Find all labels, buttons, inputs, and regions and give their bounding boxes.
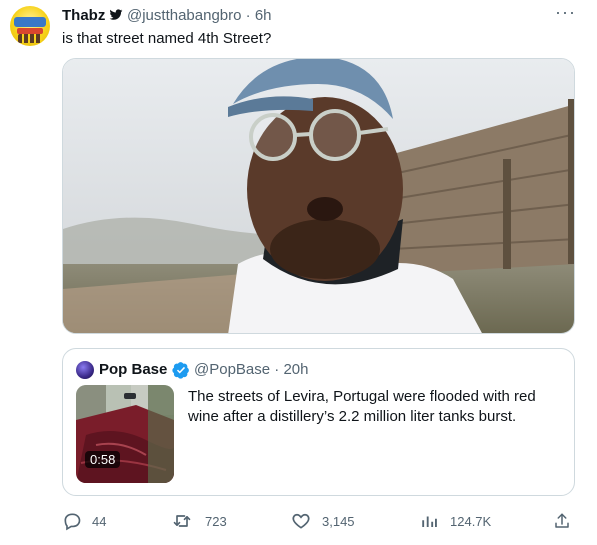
quoted-author-handle[interactable]: @PopBase <box>194 361 270 378</box>
video-duration-badge: 0:58 <box>85 451 121 468</box>
quoted-tweet-text: The streets of Levira, Portugal were flo… <box>188 388 536 425</box>
quoted-author-avatar[interactable] <box>76 361 94 379</box>
like-count: 3,145 <box>322 514 355 529</box>
author-handle[interactable]: @justthabangbro <box>127 7 241 24</box>
quoted-timestamp[interactable]: · 20h <box>274 361 308 378</box>
tweet-timestamp[interactable]: · 6h <box>246 7 272 24</box>
heart-icon <box>292 513 310 529</box>
quoted-tweet-card[interactable]: Pop Base @PopBase · 20h 0:58 The streets… <box>62 348 575 496</box>
views-chart-icon <box>422 516 437 527</box>
verified-check-icon <box>172 362 189 379</box>
more-options-button[interactable]: ··· <box>555 2 576 23</box>
video-frame <box>63 59 574 333</box>
reply-icon <box>64 513 81 531</box>
bird-icon <box>109 9 123 20</box>
share-icon <box>555 513 569 528</box>
retweet-count: 723 <box>205 514 227 529</box>
quoted-handle-and-time[interactable]: @PopBase · 20h <box>194 361 308 378</box>
tweet-text: is that street named 4th Street? <box>62 30 272 47</box>
tweet-media-video[interactable] <box>62 58 575 334</box>
quoted-author-name[interactable]: Pop Base <box>99 361 167 378</box>
wine-street-image <box>76 385 174 483</box>
retweet-icon <box>173 515 191 527</box>
quoted-video-thumbnail[interactable] <box>76 385 174 483</box>
author-avatar[interactable] <box>10 6 50 46</box>
author-handle-and-time[interactable]: @justthabangbro · 6h <box>127 7 272 24</box>
author-name[interactable]: Thabz <box>62 7 105 24</box>
views-count: 124.7K <box>450 514 492 529</box>
reply-count: 44 <box>92 514 107 529</box>
